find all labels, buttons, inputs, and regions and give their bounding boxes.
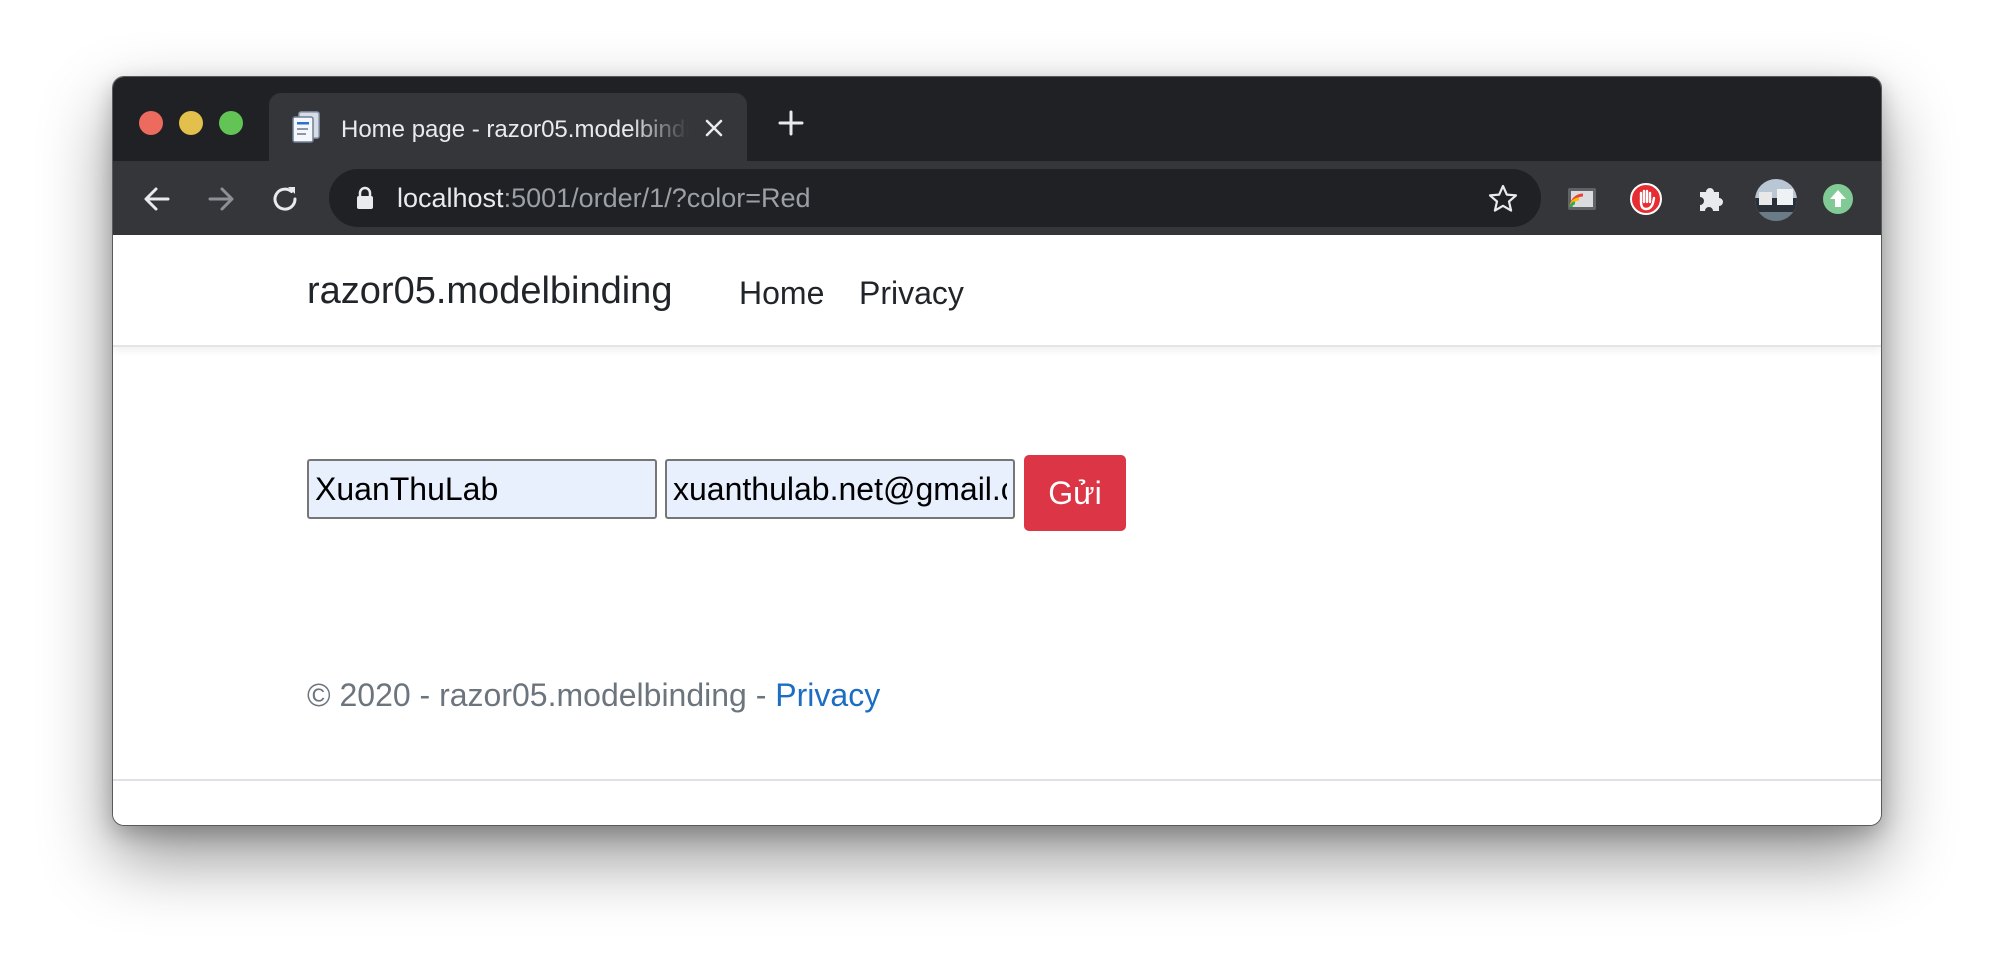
url-host: localhost	[397, 183, 504, 213]
nav-link-home[interactable]: Home	[739, 273, 824, 313]
footer-copyright: © 2020 - razor05.modelbinding -	[307, 677, 776, 713]
cast-icon[interactable]	[1565, 182, 1599, 216]
tab-title: Home page - razor05.modelbinding	[341, 116, 689, 143]
site-navbar: razor05.modelbinding Home Privacy	[113, 235, 1881, 347]
name-input[interactable]	[307, 459, 657, 519]
screenshot-stage: Home page - razor05.modelbinding localho…	[0, 0, 1994, 974]
update-arrow-icon[interactable]	[1821, 182, 1855, 216]
nav-link-privacy[interactable]: Privacy	[859, 273, 964, 313]
footer-text: © 2020 - razor05.modelbinding - Privacy	[307, 675, 880, 715]
browser-window: Home page - razor05.modelbinding localho…	[112, 76, 1882, 826]
url-text[interactable]: localhost:5001/order/1/?color=Red	[397, 183, 811, 213]
navbar-brand[interactable]: razor05.modelbinding	[307, 269, 672, 313]
back-arrow-icon[interactable]	[137, 179, 177, 219]
document-icon	[291, 110, 321, 144]
browser-toolbar: localhost:5001/order/1/?color=Red	[113, 161, 1881, 235]
close-tab-icon[interactable]	[699, 113, 729, 143]
minimize-window-button[interactable]	[179, 111, 203, 135]
maximize-window-button[interactable]	[219, 111, 243, 135]
email-input[interactable]	[665, 459, 1015, 519]
bookmark-star-icon[interactable]	[1487, 183, 1519, 215]
footer-privacy-link[interactable]: Privacy	[775, 677, 880, 713]
web-page: razor05.modelbinding Home Privacy Gửi © …	[113, 235, 1881, 825]
reload-icon[interactable]	[265, 179, 305, 219]
close-window-button[interactable]	[139, 111, 163, 135]
new-tab-icon[interactable]	[775, 107, 807, 139]
puzzle-icon[interactable]	[1693, 182, 1727, 216]
forward-arrow-icon[interactable]	[201, 179, 241, 219]
adblock-hand-icon[interactable]	[1629, 182, 1663, 216]
address-bar[interactable]: localhost:5001/order/1/?color=Red	[329, 169, 1541, 227]
url-path: :5001/order/1/?color=Red	[503, 183, 811, 213]
lock-icon[interactable]	[355, 186, 375, 210]
browser-tab-active[interactable]: Home page - razor05.modelbinding	[269, 93, 747, 161]
tab-strip: Home page - razor05.modelbinding	[113, 77, 1881, 161]
profile-avatar[interactable]	[1755, 179, 1797, 221]
submit-button[interactable]: Gửi	[1024, 455, 1126, 531]
footer-divider	[113, 779, 1881, 781]
